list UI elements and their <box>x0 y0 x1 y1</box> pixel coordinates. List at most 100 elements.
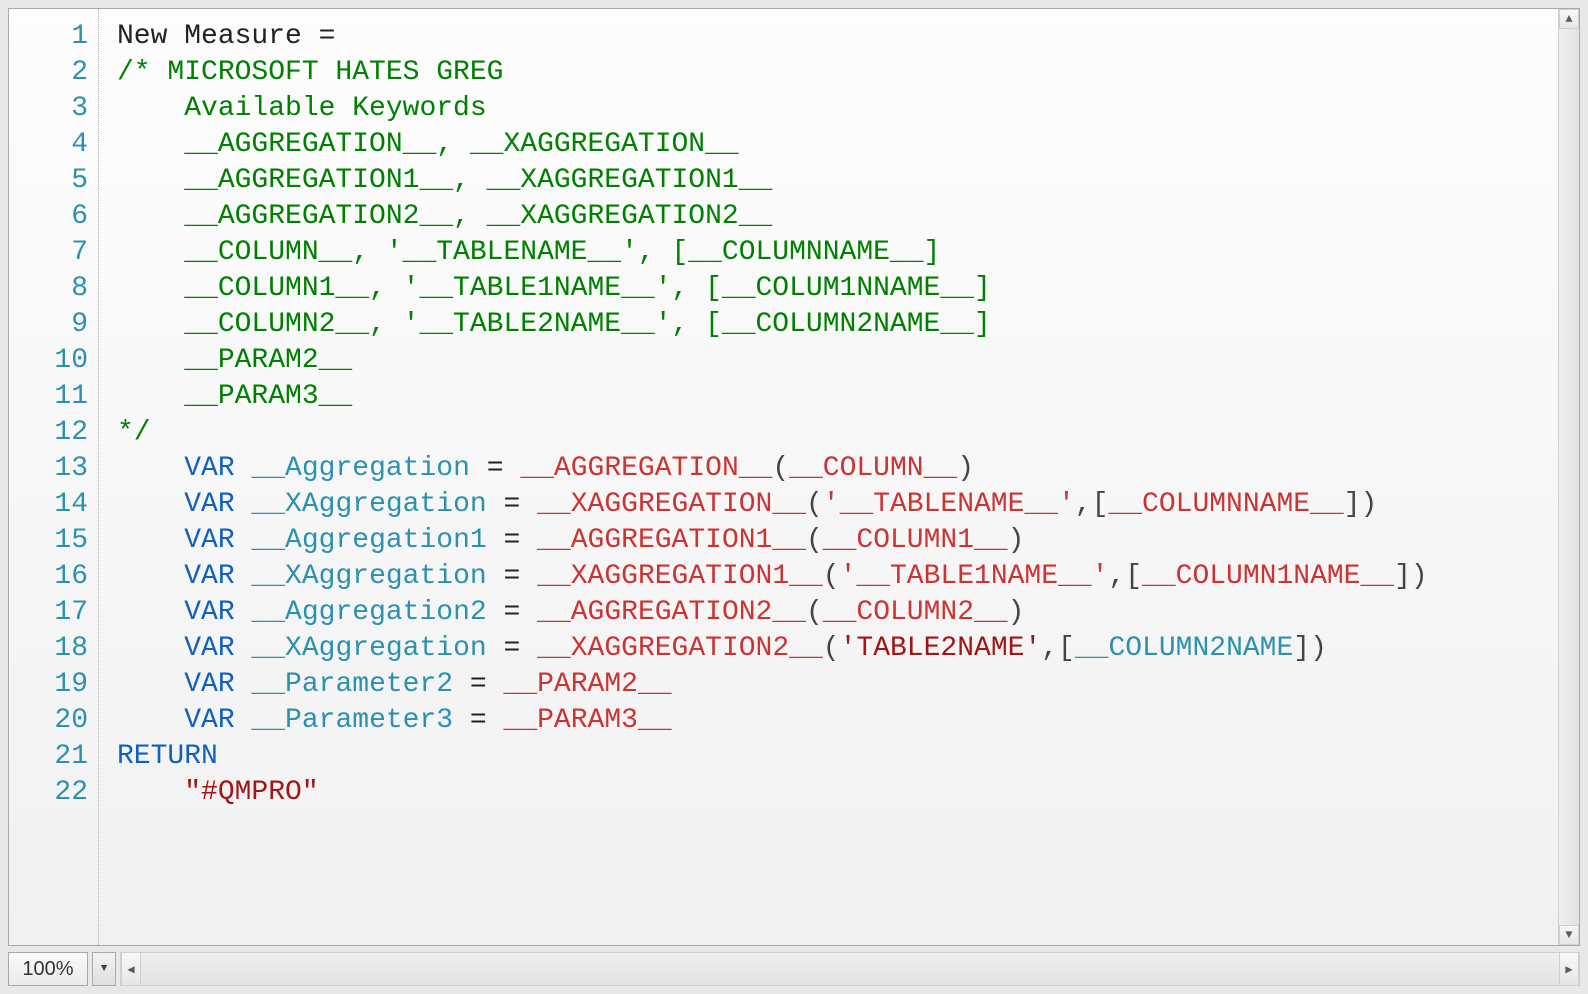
code-line[interactable]: __PARAM2__ <box>117 343 1558 379</box>
code-token: */ <box>117 417 151 448</box>
zoom-dropdown-button[interactable]: ▼ <box>92 952 116 986</box>
code-line[interactable]: VAR __Aggregation2 = __AGGREGATION2__(__… <box>117 595 1558 631</box>
code-token: ( <box>772 453 789 484</box>
code-token: __XAGGREGATION__ <box>537 489 806 520</box>
code-token <box>117 669 184 700</box>
code-token: VAR <box>184 453 234 484</box>
code-line[interactable]: __COLUMN2__, '__TABLE2NAME__', [__COLUMN… <box>117 307 1558 343</box>
code-token: __XAggregation <box>251 561 486 592</box>
code-token: Available Keywords <box>117 93 487 124</box>
code-token: __Parameter2 <box>251 669 453 700</box>
code-line[interactable]: __PARAM3__ <box>117 379 1558 415</box>
code-token: __XAggregation <box>251 633 486 664</box>
code-token <box>117 453 184 484</box>
code-token: "#QMPRO" <box>184 777 318 808</box>
code-token: ]) <box>1293 633 1327 664</box>
line-number: 2 <box>9 55 98 91</box>
code-token: __XAGGREGATION2__ <box>537 633 823 664</box>
line-number: 18 <box>9 631 98 667</box>
line-number: 16 <box>9 559 98 595</box>
code-token <box>117 597 184 628</box>
code-token: __PARAM2__ <box>504 669 672 700</box>
code-token: __COLUMN__ <box>789 453 957 484</box>
code-line[interactable]: __COLUMN__, '__TABLENAME__', [__COLUMNNA… <box>117 235 1558 271</box>
line-number: 5 <box>9 163 98 199</box>
code-line[interactable]: VAR __Parameter3 = __PARAM3__ <box>117 703 1558 739</box>
code-line[interactable]: __AGGREGATION2__, __XAGGREGATION2__ <box>117 199 1558 235</box>
code-line[interactable]: VAR __Aggregation = __AGGREGATION__(__CO… <box>117 451 1558 487</box>
code-token: __COLUMN1NAME__ <box>1142 561 1394 592</box>
code-token: ( <box>806 597 823 628</box>
code-line[interactable]: "#QMPRO" <box>117 775 1558 811</box>
horizontal-scrollbar[interactable]: ◀ ▶ <box>120 952 1580 986</box>
code-token: = <box>487 489 537 520</box>
code-token: __COLUMN2__, '__TABLE2NAME__', [__COLUMN… <box>117 309 991 340</box>
scroll-left-icon[interactable]: ◀ <box>121 953 141 985</box>
line-number: 1 <box>9 19 98 55</box>
code-token: ) <box>1008 597 1025 628</box>
code-token: = <box>453 669 503 700</box>
code-line[interactable]: RETURN <box>117 739 1558 775</box>
line-number: 13 <box>9 451 98 487</box>
code-token: __COLUMN1__, '__TABLE1NAME__', [__COLUM1… <box>117 273 991 304</box>
code-token: '__TABLENAME__' <box>823 489 1075 520</box>
code-token: 'TABLE2NAME' <box>840 633 1042 664</box>
code-token <box>235 597 252 628</box>
line-number: 8 <box>9 271 98 307</box>
code-token: __Aggregation <box>251 453 469 484</box>
line-number-gutter: 12345678910111213141516171819202122 <box>9 9 99 945</box>
line-number: 22 <box>9 775 98 811</box>
line-number: 3 <box>9 91 98 127</box>
scroll-up-icon[interactable]: ▲ <box>1559 9 1579 29</box>
zoom-level[interactable]: 100% <box>8 952 88 986</box>
scroll-right-icon[interactable]: ▶ <box>1559 953 1579 985</box>
code-token: __XAggregation <box>251 489 486 520</box>
vertical-scrollbar[interactable]: ▲ ▼ <box>1558 9 1579 945</box>
code-line[interactable]: Available Keywords <box>117 91 1558 127</box>
code-token: /* MICROSOFT HATES GREG <box>117 57 503 88</box>
code-token <box>235 633 252 664</box>
code-token: New Measure = <box>117 21 352 52</box>
code-token: = <box>487 525 537 556</box>
line-number: 10 <box>9 343 98 379</box>
code-line[interactable]: New Measure = <box>117 19 1558 55</box>
code-line[interactable]: VAR __XAggregation = __XAGGREGATION__('_… <box>117 487 1558 523</box>
code-token: __COLUMN2NAME <box>1075 633 1293 664</box>
scroll-down-icon[interactable]: ▼ <box>1559 925 1579 945</box>
code-token: = <box>453 705 503 736</box>
code-token <box>117 561 184 592</box>
code-token: ,[ <box>1075 489 1109 520</box>
chevron-down-icon: ▼ <box>101 963 108 975</box>
code-token <box>117 705 184 736</box>
code-token: VAR <box>184 705 234 736</box>
code-line[interactable]: __AGGREGATION1__, __XAGGREGATION1__ <box>117 163 1558 199</box>
code-line[interactable]: __COLUMN1__, '__TABLE1NAME__', [__COLUM1… <box>117 271 1558 307</box>
code-token: __AGGREGATION2__, __XAGGREGATION2__ <box>117 201 772 232</box>
line-number: 4 <box>9 127 98 163</box>
code-area[interactable]: New Measure = /* MICROSOFT HATES GREG Av… <box>99 9 1558 945</box>
line-number: 9 <box>9 307 98 343</box>
code-line[interactable]: /* MICROSOFT HATES GREG <box>117 55 1558 91</box>
code-token: __AGGREGATION__, __XAGGREGATION__ <box>117 129 739 160</box>
code-line[interactable]: VAR __Aggregation1 = __AGGREGATION1__(__… <box>117 523 1558 559</box>
line-number: 14 <box>9 487 98 523</box>
code-line[interactable]: */ <box>117 415 1558 451</box>
code-token: __PARAM2__ <box>117 345 352 376</box>
code-token: __Parameter3 <box>251 705 453 736</box>
code-token: VAR <box>184 669 234 700</box>
line-number: 21 <box>9 739 98 775</box>
code-line[interactable]: VAR __XAggregation = __XAGGREGATION1__('… <box>117 559 1558 595</box>
code-token: __COLUMN__, '__TABLENAME__', [__COLUMNNA… <box>117 237 940 268</box>
code-token: '__TABLE1NAME__' <box>840 561 1109 592</box>
code-token: VAR <box>184 633 234 664</box>
code-token: __AGGREGATION2__ <box>537 597 806 628</box>
line-number: 20 <box>9 703 98 739</box>
code-line[interactable]: __AGGREGATION__, __XAGGREGATION__ <box>117 127 1558 163</box>
code-token <box>117 777 184 808</box>
code-token <box>235 453 252 484</box>
code-token: = <box>487 633 537 664</box>
code-line[interactable]: VAR __XAggregation = __XAGGREGATION2__('… <box>117 631 1558 667</box>
code-line[interactable]: VAR __Parameter2 = __PARAM2__ <box>117 667 1558 703</box>
editor-status-bar: 100% ▼ ◀ ▶ <box>8 952 1580 986</box>
code-token: RETURN <box>117 741 218 772</box>
